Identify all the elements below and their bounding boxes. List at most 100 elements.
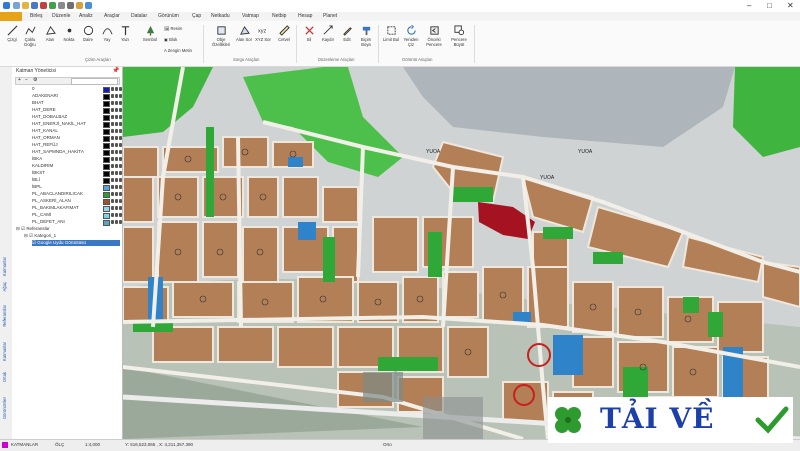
layer-row[interactable]: BHAT: [12, 100, 134, 107]
side-tab-layers[interactable]: Katmanlar: [2, 257, 7, 276]
visibility-icon[interactable]: [111, 164, 114, 168]
tab-planet[interactable]: Planet: [323, 12, 337, 21]
lock-icon[interactable]: [119, 206, 122, 210]
format-paint-button[interactable]: Biçim Boya: [357, 25, 375, 47]
rich-text-small-button[interactable]: A Zengin Metin: [164, 48, 192, 53]
freeze-icon[interactable]: [115, 178, 118, 182]
area-query-button[interactable]: Alan Sor: [235, 25, 253, 42]
visibility-icon[interactable]: [111, 213, 114, 217]
layer-row[interactable]: İBKST: [12, 170, 134, 177]
visibility-icon[interactable]: [111, 185, 114, 189]
visibility-icon[interactable]: [111, 143, 114, 147]
xyz-query-button[interactable]: xyz XYZ Sor: [254, 25, 272, 42]
layer-row[interactable]: PL_BAKIMLAKAFIMAT: [12, 205, 134, 212]
freeze-icon[interactable]: [115, 94, 118, 98]
close-icon[interactable]: ✕: [787, 2, 794, 10]
lock-icon[interactable]: [119, 129, 122, 133]
freeze-icon[interactable]: [115, 164, 118, 168]
area-button[interactable]: Alan: [41, 25, 59, 42]
line-button[interactable]: Çizgi: [3, 25, 21, 42]
layer-row[interactable]: İBPL: [12, 184, 134, 191]
visibility-icon[interactable]: [111, 157, 114, 161]
freeze-icon[interactable]: [115, 192, 118, 196]
visibility-icon[interactable]: [111, 101, 114, 105]
point-button[interactable]: Nokta: [60, 25, 78, 42]
move-button[interactable]: Kaydır: [319, 25, 337, 42]
lock-icon[interactable]: [119, 192, 122, 196]
save-icon[interactable]: [31, 2, 38, 9]
layer-search-input[interactable]: [71, 78, 118, 85]
tab-gorunum[interactable]: Görünüm: [158, 12, 179, 21]
freeze-icon[interactable]: [115, 185, 118, 189]
arc-button[interactable]: Yay: [98, 25, 116, 42]
freeze-icon[interactable]: [115, 136, 118, 140]
layer-row[interactable]: 0: [12, 86, 134, 93]
lock-icon[interactable]: [119, 115, 122, 119]
tree-item-google-satellite[interactable]: ☑ Google Uydu Görüntüsü: [32, 240, 120, 246]
minimize-icon[interactable]: –: [747, 2, 751, 10]
visibility-icon[interactable]: [111, 108, 114, 112]
freeze-icon[interactable]: [115, 213, 118, 217]
freeze-icon[interactable]: [115, 143, 118, 147]
polyline-button[interactable]: Çoklu Doğru: [21, 25, 39, 47]
layer-row[interactable]: KALDIRIM: [12, 163, 134, 170]
layer-row[interactable]: HAT_REFÜJ: [12, 142, 134, 149]
side-tab-references[interactable]: Referanslar: [2, 305, 7, 327]
tab-analiz[interactable]: Analiz: [79, 12, 93, 21]
layer-color-swatch[interactable]: [103, 220, 110, 226]
lock-icon[interactable]: [119, 101, 122, 105]
layer-row[interactable]: HAT_ENERJİ_NAKİL_HAT: [12, 121, 134, 128]
visibility-icon[interactable]: [111, 192, 114, 196]
redo-icon[interactable]: [49, 2, 56, 9]
layer-settings-icon[interactable]: ⚙: [33, 77, 37, 83]
visibility-icon[interactable]: [111, 122, 114, 126]
map-canvas[interactable]: YUOA YUOA YUOA: [123, 67, 800, 439]
freeze-icon[interactable]: [115, 199, 118, 203]
folder-icon[interactable]: [76, 2, 83, 9]
layer-row[interactable]: HAT_KANAL: [12, 128, 134, 135]
visibility-icon[interactable]: [111, 199, 114, 203]
visibility-icon[interactable]: [111, 94, 114, 98]
block-small-button[interactable]: ▣ Blok: [164, 37, 177, 42]
lock-icon[interactable]: [119, 94, 122, 98]
tab-araclar[interactable]: Araçlar: [104, 12, 120, 21]
lock-icon[interactable]: [119, 157, 122, 161]
add-layer-icon[interactable]: +: [18, 77, 21, 83]
lock-icon[interactable]: [119, 122, 122, 126]
open-folder-icon[interactable]: [22, 2, 29, 9]
side-tab-common[interactable]: Ortak: [2, 372, 7, 382]
download-banner[interactable]: TẢI VỀ: [548, 397, 793, 443]
previous-window-button[interactable]: Önceki Pencere: [425, 25, 443, 47]
zoom-window-button[interactable]: Pencere Büyüt: [450, 25, 468, 47]
freeze-icon[interactable]: [115, 108, 118, 112]
layer-row[interactable]: İBKA: [12, 156, 134, 163]
visibility-icon[interactable]: [111, 129, 114, 133]
lock-icon[interactable]: [119, 108, 122, 112]
help-icon[interactable]: [85, 2, 92, 9]
freeze-icon[interactable]: [115, 87, 118, 91]
redraw-button[interactable]: Yeniden Çiz: [402, 25, 420, 47]
image-small-button[interactable]: 🖼 Resim: [164, 26, 182, 32]
tab-duzenle[interactable]: Düzenle: [52, 12, 70, 21]
text-button[interactable]: Yazı: [116, 25, 134, 42]
freeze-icon[interactable]: [115, 171, 118, 175]
file-menu-tab[interactable]: [0, 12, 22, 21]
ruler-button[interactable]: Cetvel: [275, 25, 293, 42]
layer-row[interactable]: PL_ASKERİ_ALAN: [12, 198, 134, 205]
lock-icon[interactable]: [119, 150, 122, 154]
tab-datalar[interactable]: Datalar: [131, 12, 147, 21]
layer-row[interactable]: PL_DEFET_ANI: [12, 219, 134, 226]
side-tab-layers-2[interactable]: Katmanlar: [2, 342, 7, 361]
side-tab-views[interactable]: Görünümler: [2, 397, 7, 419]
tab-vatmap[interactable]: Vatmap: [242, 12, 259, 21]
edit-button[interactable]: Edit: [338, 25, 356, 42]
layer-row[interactable]: PL_ABACLANDIRILICAK: [12, 191, 134, 198]
visibility-icon[interactable]: [111, 87, 114, 91]
lock-icon[interactable]: [119, 213, 122, 217]
freeze-icon[interactable]: [115, 115, 118, 119]
circle-button[interactable]: Daire: [79, 25, 97, 42]
visibility-icon[interactable]: [111, 136, 114, 140]
lock-icon[interactable]: [119, 136, 122, 140]
lock-icon[interactable]: [119, 178, 122, 182]
find-limit-button[interactable]: Limit Bul: [382, 25, 400, 42]
